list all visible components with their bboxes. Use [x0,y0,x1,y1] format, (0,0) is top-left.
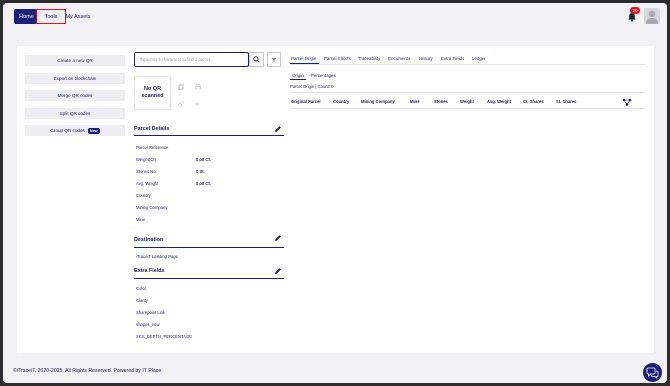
app-window: Home Tools My Assets 20 Create a new QR … [3,3,667,383]
edit-destination-icon[interactable] [274,234,282,242]
col-mine: Mine [410,99,420,104]
edit-parcel-details-icon[interactable] [274,125,282,133]
parcel-reference-label: Parcel Reference [136,145,169,150]
nav-tools-button[interactable]: Tools [36,9,66,24]
country-label: Country [136,193,151,198]
tab-extra-fields[interactable]: Extra Fields [441,53,464,63]
footer-copyright: ©iTraceiT, 2020-2025. All Rights Reserve… [13,368,161,374]
avatar[interactable] [644,8,660,24]
parcel-details-title: Parcel Details [134,126,170,132]
merge-qr-label: Merge QR codes [57,93,93,98]
user-icon [646,10,658,24]
main-panel: Create a new QR Export on blockchain Mer… [17,46,654,353]
create-qr-button[interactable]: Create a new QR [25,55,125,66]
color-label: Color [136,286,147,291]
subtab-percentages[interactable]: Percentages [309,71,338,80]
col-ct-shares: Ct. Shares [523,99,544,104]
network-graph-icon[interactable] [622,97,632,107]
notification-badge: 20 [630,7,640,14]
weight-value: 0.00 Ct. [196,157,211,162]
section-divider [134,278,284,279]
search-button[interactable] [249,52,264,67]
scs-depth-label: SCS_DEPTH_PERCENTAGE [136,334,193,339]
parcel-search-input[interactable]: Type min 3 characters to find a parcel [134,52,249,67]
footer-text: ©iTraceiT, 2020-2025. All Rights Reserve… [13,368,143,374]
col-avg-weight: Avg. Weight [487,99,511,104]
origin-count: Parcel Origin | Count: 0 [290,84,334,89]
sharepoint-link-label: Sharepoint Link [136,310,166,315]
extra-fields-title: Extra Fields [134,268,165,274]
avg-weight-label: Avg. Weight [136,181,159,186]
section-divider [134,135,284,136]
split-qr-label: Split QR codes [59,111,91,116]
top-navigation: Home Tools My Assets 20 [3,3,667,30]
export-blockchain-button[interactable]: Export on blockchain [25,73,125,84]
landing-page-link[interactable]: iTraceiT Landing Page [136,254,178,259]
qr-status-text: No QR scanned [141,86,164,99]
clarity-label: Clarity [136,298,148,303]
filter-button[interactable] [267,52,281,67]
table-divider [290,108,645,109]
nav-my-assets-link[interactable]: My Assets [64,9,92,24]
chat-support-button[interactable] [642,362,663,383]
count-divider [290,92,645,93]
col-mining-company: Mining Company [361,99,395,104]
tab-traceability[interactable]: Traceability [358,53,380,63]
group-qr-button[interactable]: Group QR codes New [25,125,125,136]
tab-history[interactable]: History [419,53,433,63]
tab-documents[interactable]: Documents [388,53,410,63]
avg-weight-value: 0.00 Ct. [196,181,211,186]
mining-company-label: Mining Company [136,205,168,210]
edit-extra-fields-icon[interactable] [274,267,282,275]
tabs-divider [290,64,645,65]
col-country: Country [333,99,350,104]
qr-scan-status: No QR scanned [134,76,171,110]
key-icon[interactable] [193,99,203,109]
create-qr-label: Create a new QR [57,58,93,63]
col-stones: Stones [434,99,448,104]
tab-parcel-origin[interactable]: Parcel Origin [291,53,316,63]
chat-icon [646,367,659,379]
col-st-shares: St. Shares [556,99,577,104]
merge-qr-button[interactable]: Merge QR codes [25,90,125,101]
section-divider [134,247,284,248]
subtab-origin[interactable]: Origin [290,71,306,80]
weight-label: Weight(Ct) [136,157,156,162]
stones-value: 0 St. [196,169,205,174]
search-placeholder: Type min 3 characters to find a parcel [140,57,210,62]
tab-ledger[interactable]: Ledger [472,53,486,63]
footer-itplace-link[interactable]: IT Place [142,368,161,374]
export-blockchain-label: Export on blockchain [53,76,97,81]
destination-title: Destination [134,237,164,243]
tab-parcel-childs[interactable]: Parcel Child's [324,53,351,63]
link-icon[interactable] [176,99,186,109]
shapes-new-label: shapes_new [136,322,160,327]
stones-label: Stones No. [136,169,157,174]
search-icon [253,56,260,63]
col-original-parcel: Original Parcel [291,99,321,104]
new-badge: New [87,127,100,134]
col-weight: Weight [460,99,474,104]
group-qr-label: Group QR codes [50,128,85,133]
split-qr-button[interactable]: Split QR codes [25,108,125,119]
mine-label: Mine [136,217,146,222]
print-icon[interactable] [193,82,203,92]
copy-icon[interactable] [176,82,186,92]
filter-icon [271,57,277,62]
